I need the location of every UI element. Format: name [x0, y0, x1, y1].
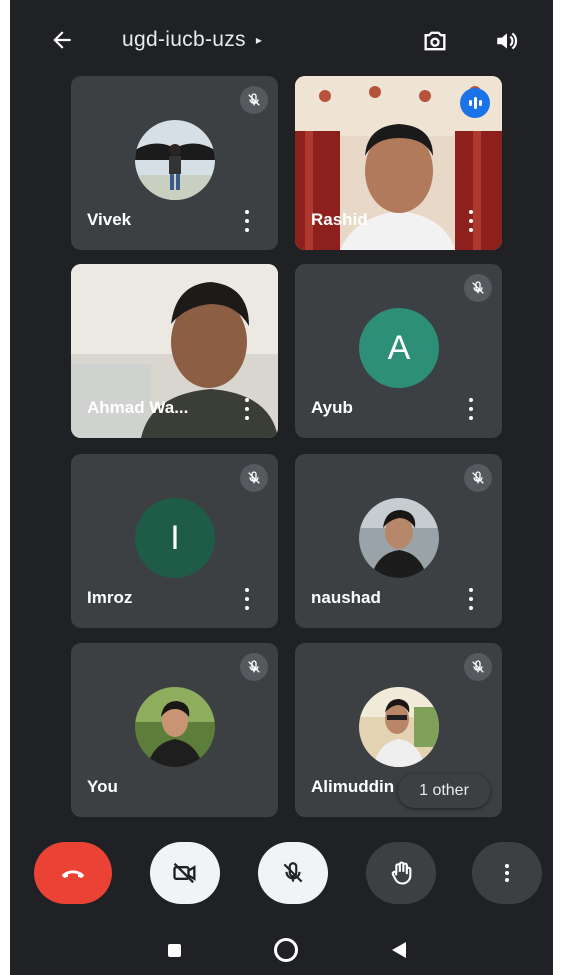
participant-tile[interactable]: Vivek: [71, 76, 278, 250]
raise-hand-button[interactable]: [366, 842, 436, 904]
home-icon[interactable]: [274, 938, 298, 962]
end-call-button[interactable]: [34, 842, 112, 904]
back-arrow-icon[interactable]: [46, 24, 78, 56]
avatar: [359, 687, 439, 767]
participant-tile[interactable]: A Ayub: [295, 264, 502, 438]
other-participants-chip[interactable]: 1 other: [398, 774, 490, 808]
meeting-code-text: ugd-iucb-uzs: [122, 28, 246, 51]
mic-off-icon: [240, 86, 268, 114]
camera-toggle-button[interactable]: [150, 842, 220, 904]
participant-name: Vivek: [87, 210, 132, 229]
participant-name: Rashid: [311, 210, 368, 229]
more-vert-icon[interactable]: [240, 398, 254, 420]
participant-name: Alimuddin: [311, 777, 395, 796]
system-nav-bar: [10, 926, 553, 975]
more-vert-icon[interactable]: [464, 210, 478, 232]
mic-off-icon: [464, 653, 492, 681]
phone-hangup-icon: [61, 870, 85, 878]
mic-off-icon: [283, 862, 303, 883]
call-header: ugd-iucb-uzs ▸: [10, 18, 553, 62]
more-vert-icon[interactable]: [464, 588, 478, 610]
meet-call-screen: ugd-iucb-uzs ▸ Vivek Rashid Ahmad Wa... …: [10, 0, 553, 975]
more-vert-icon[interactable]: [464, 398, 478, 420]
avatar: A: [359, 308, 439, 388]
avatar: [135, 120, 215, 200]
switch-camera-icon[interactable]: [418, 24, 452, 58]
speaking-indicator-icon: [460, 88, 490, 118]
mic-off-icon: [464, 274, 492, 302]
participant-tile[interactable]: You: [71, 643, 278, 817]
participant-tile[interactable]: Rashid: [295, 76, 502, 250]
participant-tile[interactable]: I Imroz: [71, 454, 278, 628]
participant-name: You: [87, 777, 118, 796]
more-vert-icon[interactable]: [240, 210, 254, 232]
participant-name: Ahmad Wa...: [87, 398, 189, 417]
participant-tile[interactable]: naushad: [295, 454, 502, 628]
avatar: [359, 498, 439, 578]
avatar: I: [135, 498, 215, 578]
mic-toggle-button[interactable]: [258, 842, 328, 904]
mic-off-icon: [240, 653, 268, 681]
participant-tile[interactable]: Ahmad Wa...: [71, 264, 278, 438]
recents-icon[interactable]: [168, 944, 181, 957]
meeting-code-button[interactable]: ugd-iucb-uzs ▸: [122, 28, 262, 52]
mic-off-icon: [464, 464, 492, 492]
more-vert-icon[interactable]: [240, 588, 254, 610]
camera-off-icon: [173, 862, 196, 884]
participant-name: Ayub: [311, 398, 353, 417]
speaker-volume-icon[interactable]: [490, 24, 524, 58]
participant-name: naushad: [311, 588, 381, 607]
avatar: [135, 687, 215, 767]
mic-off-icon: [240, 464, 268, 492]
more-options-button[interactable]: [472, 842, 542, 904]
back-triangle-icon[interactable]: [392, 942, 406, 958]
more-vert-icon: [505, 864, 509, 882]
hand-icon: [391, 861, 412, 885]
participant-name: Imroz: [87, 588, 133, 607]
caret-right-icon: ▸: [255, 33, 263, 47]
